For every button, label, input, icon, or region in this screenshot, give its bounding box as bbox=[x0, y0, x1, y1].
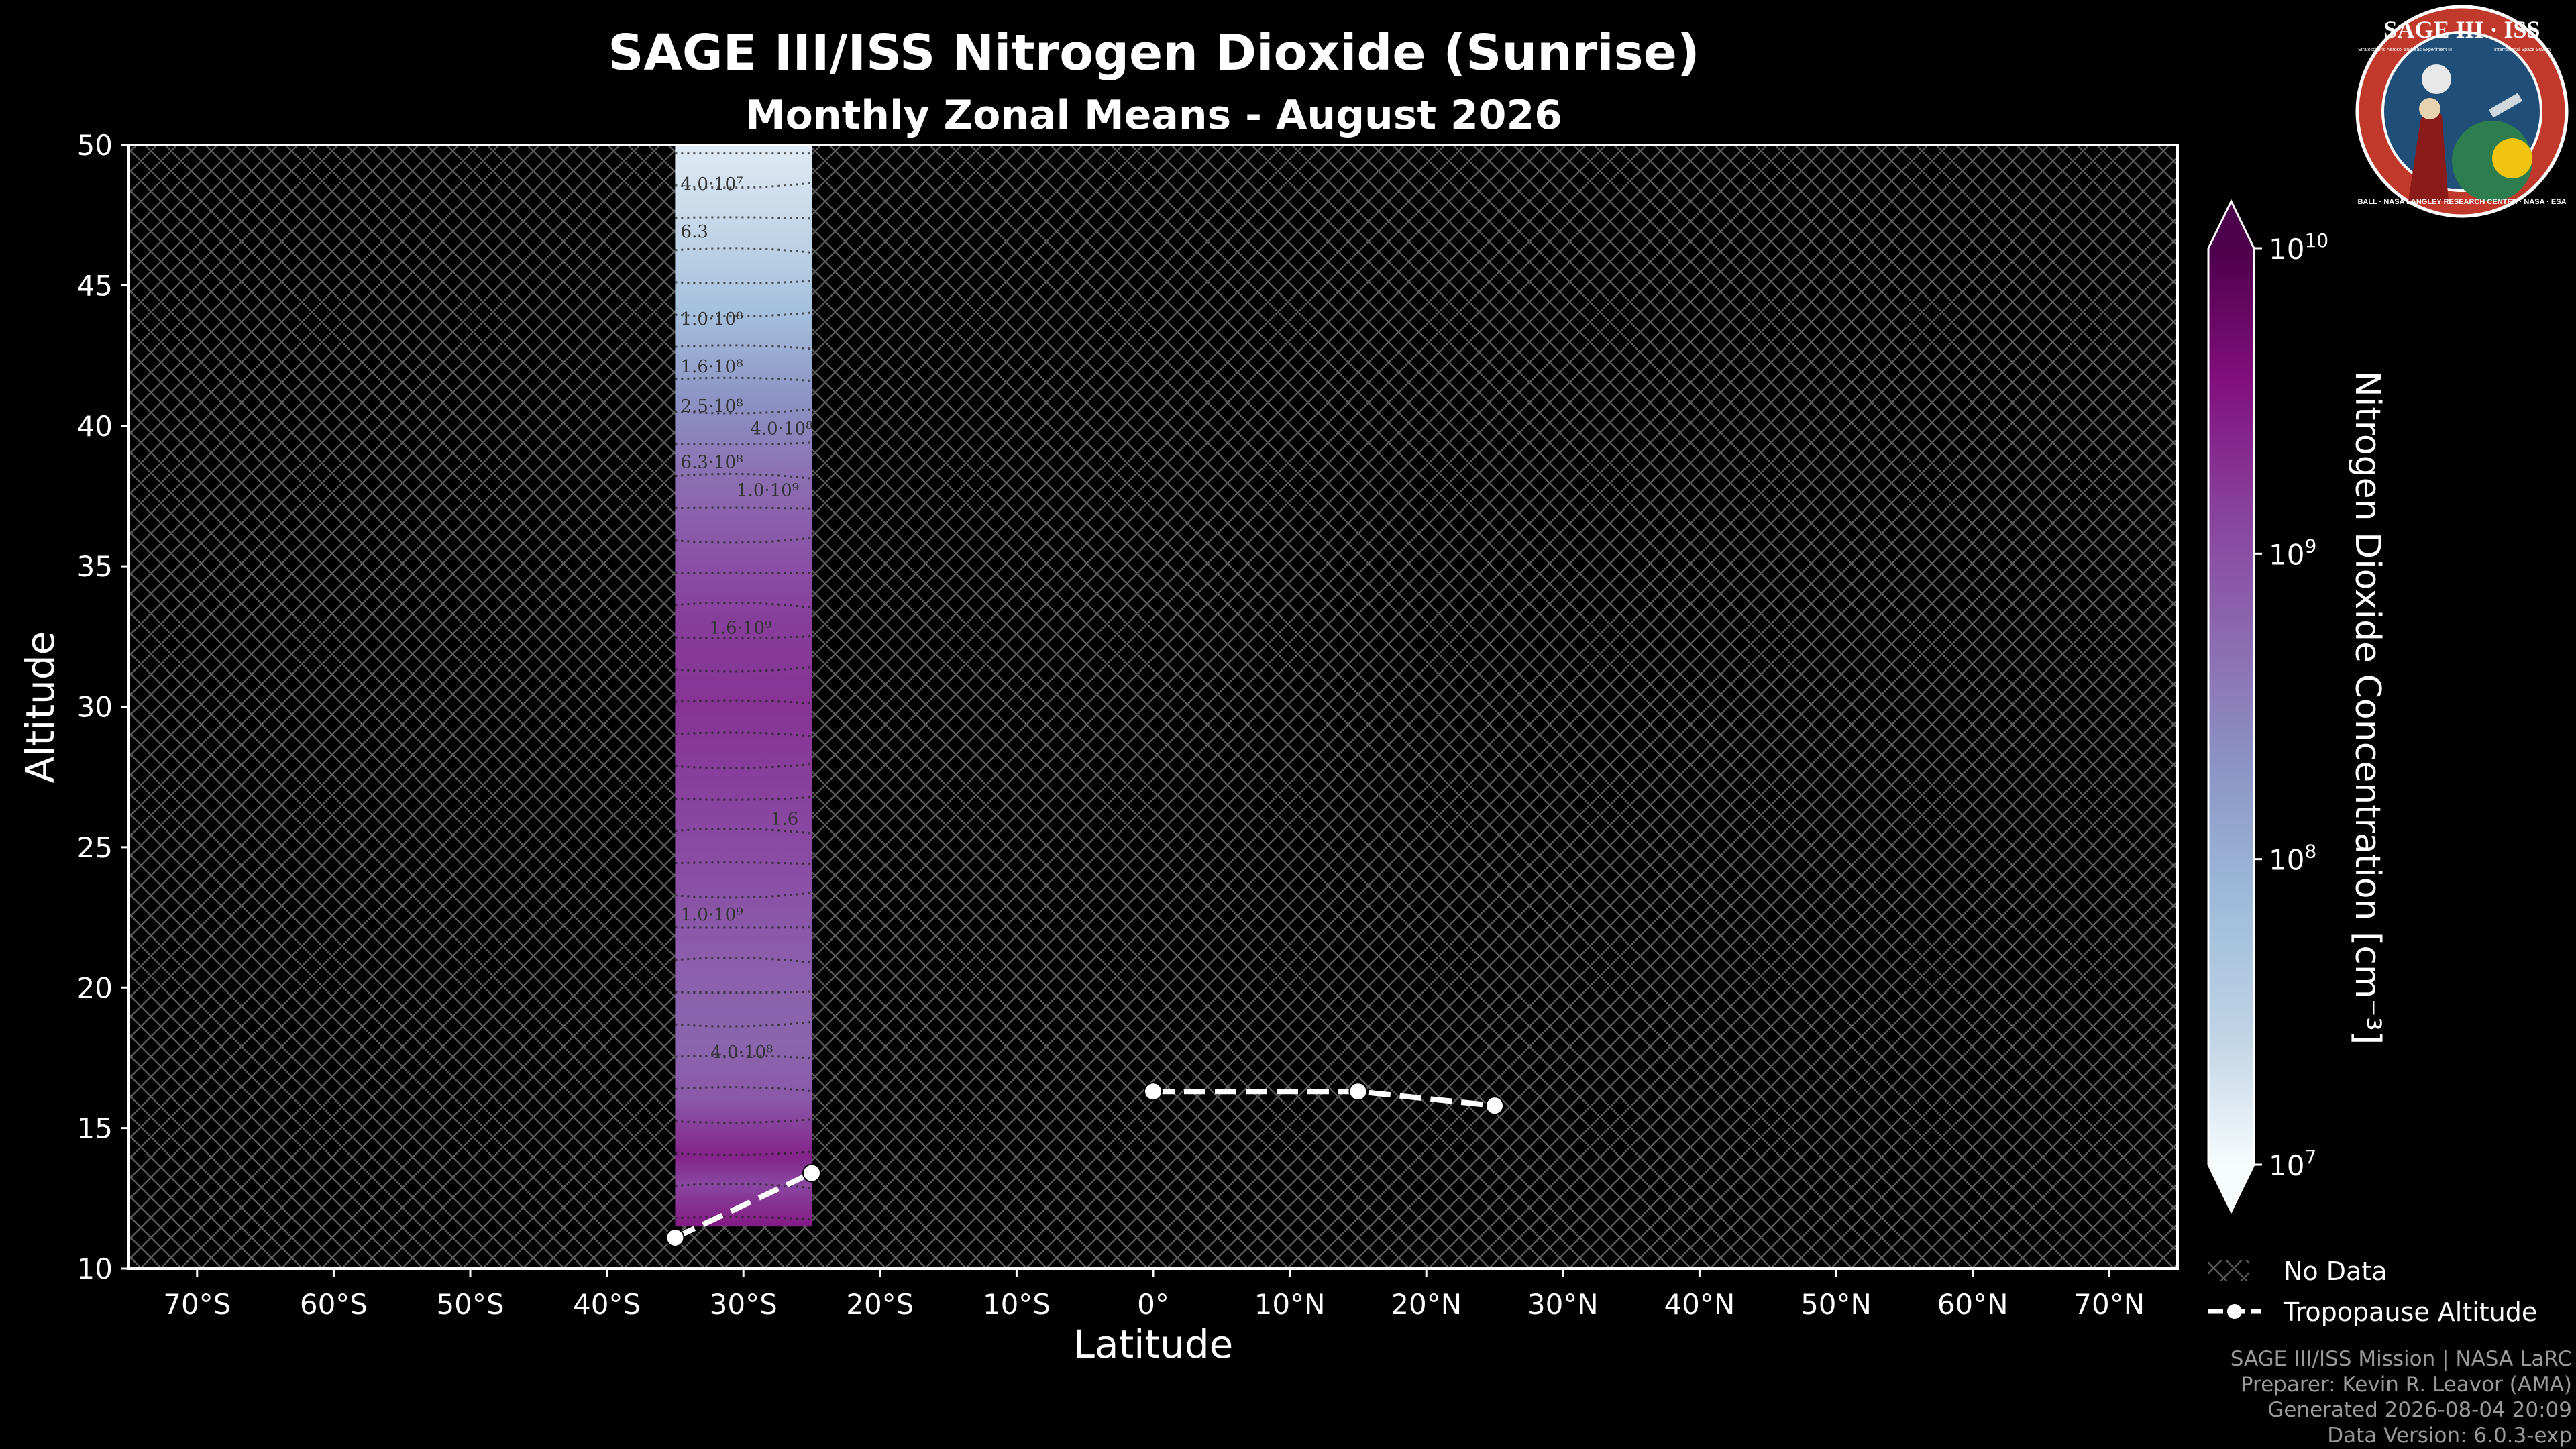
x-tick-label: 60°S bbox=[300, 1288, 368, 1321]
colorbar-body bbox=[2208, 248, 2254, 1165]
plot-area: 4.0·10⁷ 6.3 1.0·10⁸ 1.6·10⁸ 2.5·10⁸ 4.0·10⁸ 6.… bbox=[77, 129, 2179, 1321]
footer-line-3: Generated 2026-08-04 20:09 bbox=[2267, 1398, 2572, 1422]
colorbar-extend-min bbox=[2208, 1165, 2254, 1212]
y-axis-label: Altitude bbox=[17, 631, 63, 784]
contour-label: 6.3·10⁸ bbox=[681, 453, 743, 473]
legend-tropopause-marker bbox=[2227, 1304, 2242, 1319]
x-tick-label: 70°N bbox=[2074, 1288, 2145, 1321]
contour-label: 1.0·10⁸ bbox=[681, 309, 743, 329]
chart-subtitle: Monthly Zonal Means - August 2026 bbox=[745, 92, 1562, 139]
x-tick-label: 10°N bbox=[1254, 1288, 1326, 1321]
y-tick-label: 50 bbox=[77, 129, 113, 162]
contour-label: 1.6·10⁸ bbox=[681, 357, 743, 377]
y-tick-label: 15 bbox=[77, 1112, 113, 1145]
legend: No Data Tropopause Altitude bbox=[2208, 1256, 2537, 1327]
contour-label: 1.0·10⁹ bbox=[737, 480, 799, 500]
y-tick-label: 45 bbox=[77, 269, 113, 302]
colorbar-tick-label: 1010 bbox=[2269, 229, 2328, 266]
footer-line-1: SAGE III/ISS Mission | NASA LaRC bbox=[2231, 1347, 2572, 1371]
x-tick-label: 30°N bbox=[1527, 1288, 1599, 1321]
footer: SAGE III/ISS Mission | NASA LaRC Prepare… bbox=[2231, 1347, 2572, 1448]
contour-label: 1.0·10⁹ bbox=[681, 905, 743, 925]
contour-label: 4.0·10⁸ bbox=[710, 1042, 773, 1063]
x-tick-label: 60°N bbox=[1937, 1288, 2008, 1321]
logo-top-text: SAGE III · ISS bbox=[2383, 16, 2540, 43]
y-tick-label: 20 bbox=[77, 971, 113, 1004]
tropopause-point bbox=[802, 1163, 821, 1183]
data-band bbox=[675, 145, 812, 1227]
tropopause-point bbox=[1348, 1082, 1368, 1102]
tropopause-point bbox=[1144, 1082, 1163, 1102]
y-tick-label: 40 bbox=[77, 410, 113, 443]
y-tick-label: 25 bbox=[77, 831, 113, 864]
contour-label: 6.3 bbox=[681, 222, 708, 242]
x-tick-label: 20°N bbox=[1391, 1288, 1462, 1321]
contour-label: 4.0·10⁷ bbox=[681, 174, 743, 195]
x-tick-label: 70°S bbox=[163, 1288, 231, 1321]
legend-no-data-label: No Data bbox=[2284, 1256, 2387, 1286]
x-tick-label: 10°S bbox=[983, 1288, 1051, 1321]
x-tick-label: 0° bbox=[1137, 1288, 1169, 1321]
tropopause-point bbox=[665, 1228, 685, 1247]
x-tick-label: 40°S bbox=[573, 1288, 641, 1321]
legend-no-data-swatch bbox=[2208, 1260, 2249, 1281]
figure: SAGE III/ISS Nitrogen Dioxide (Sunrise) … bbox=[17, 5, 2572, 1448]
logo-moon bbox=[2422, 64, 2451, 94]
chart-title: SAGE III/ISS Nitrogen Dioxide (Sunrise) bbox=[608, 24, 1699, 82]
x-tick-label: 30°S bbox=[710, 1288, 777, 1321]
x-tick-label: 50°N bbox=[1801, 1288, 1872, 1321]
tropopause-point bbox=[1485, 1096, 1504, 1116]
y-tick-label: 30 bbox=[77, 691, 113, 724]
y-tick-label: 10 bbox=[77, 1252, 113, 1285]
colorbar-extend-max bbox=[2208, 201, 2254, 248]
mission-logo: SAGE III · ISS Stratospheric Aerosol and… bbox=[2355, 5, 2569, 218]
contour-label: 1.6 bbox=[771, 809, 798, 829]
contour-label: 1.6·10⁹ bbox=[709, 619, 771, 639]
logo-ring-text: BALL · NASA LANGLEY RESEARCH CENTER · NA… bbox=[2357, 198, 2566, 206]
logo-right-caption: International Space Station bbox=[2494, 48, 2551, 52]
colorbar: 107 108 109 1010 bbox=[2207, 199, 2328, 1214]
x-tick-label: 40°N bbox=[1664, 1288, 1735, 1321]
x-axis-label: Latitude bbox=[1073, 1322, 1234, 1367]
colorbar-tick-label: 108 bbox=[2269, 841, 2316, 877]
colorbar-tick-label: 107 bbox=[2269, 1146, 2316, 1182]
y-tick-label: 35 bbox=[77, 550, 113, 583]
x-tick-label: 20°S bbox=[846, 1288, 914, 1321]
legend-tropopause-label: Tropopause Altitude bbox=[2283, 1297, 2537, 1327]
logo-left-caption: Stratospheric Aerosol and Gas Experiment… bbox=[2358, 48, 2452, 52]
footer-line-4: Data Version: 6.0.3-exp bbox=[2327, 1424, 2572, 1448]
contour-label: 2.5·10⁸ bbox=[681, 396, 743, 417]
footer-line-2: Preparer: Kevin R. Leavor (AMA) bbox=[2241, 1373, 2572, 1397]
contour-label: 4.0·10⁸ bbox=[750, 419, 812, 439]
logo-figure-head bbox=[2419, 98, 2440, 119]
x-tick-label: 50°S bbox=[436, 1288, 504, 1321]
colorbar-label: Nitrogen Dioxide Concentration [cm⁻³] bbox=[2347, 371, 2387, 1044]
colorbar-tick-label: 109 bbox=[2269, 535, 2316, 571]
logo-sun bbox=[2492, 138, 2532, 178]
